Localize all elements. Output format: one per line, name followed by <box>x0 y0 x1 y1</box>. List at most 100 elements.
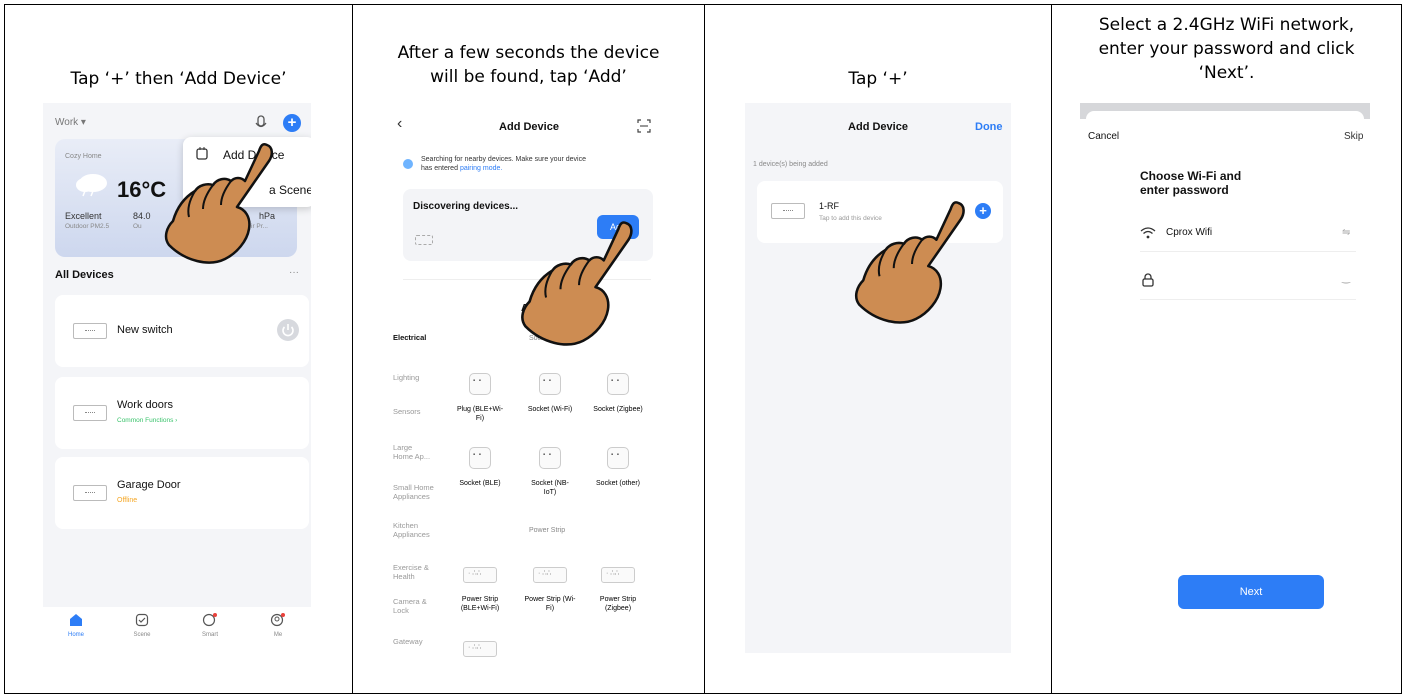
category-kitchen[interactable]: Kitchen Appliances <box>393 521 435 539</box>
bottom-tab-bar: Home Scene Smart Me <box>43 607 311 651</box>
discovering-label: Discovering devices... <box>413 201 519 212</box>
screen-title: Add Device <box>848 121 908 133</box>
tab-smart[interactable]: Smart <box>195 613 225 638</box>
tutorial-grid: Tap ‘+’ then ‘Add Device’ Work ▾ + Cozy … <box>4 4 1402 694</box>
wifi-setup-screen: Cancel Skip Choose Wi-Fi and enter passw… <box>1080 103 1370 651</box>
power-strip-icon[interactable] <box>463 641 497 657</box>
power-icon <box>282 324 294 337</box>
wifi-icon <box>1140 227 1156 239</box>
device-name: Work doors <box>117 399 174 411</box>
switch-network-icon[interactable]: ⇋ <box>1342 227 1350 238</box>
more-icon[interactable]: ··· <box>289 267 299 278</box>
device-card-garage-door[interactable]: Garage Door Offline <box>55 457 309 529</box>
step-4-cell: Select a 2.4GHz WiFi network, enter your… <box>1052 5 1401 693</box>
password-input[interactable] <box>1166 269 1336 289</box>
pairing-mode-link[interactable]: pairing mode. <box>460 165 502 172</box>
socket-zigbee-icon[interactable] <box>607 373 629 395</box>
next-button[interactable]: Next <box>1178 575 1324 609</box>
tab-me[interactable]: Me <box>263 613 293 638</box>
microphone-icon[interactable] <box>255 115 267 131</box>
tab-home[interactable]: Home <box>61 613 91 638</box>
socket-wifi-icon[interactable] <box>539 373 561 395</box>
add-plus-button[interactable]: + <box>975 203 991 219</box>
cancel-button[interactable]: Cancel <box>1088 131 1119 142</box>
socket-other-icon[interactable] <box>607 447 629 469</box>
category-small-home[interactable]: Small Home Appliances <box>393 483 441 501</box>
pointing-hand-icon <box>164 143 273 264</box>
socket-label: Socket (Wi-Fi) <box>527 406 573 413</box>
divider <box>1140 251 1356 252</box>
device-name: New switch <box>117 324 173 336</box>
device-card-work-doors[interactable]: Work doors Common Functions › <box>55 377 309 449</box>
scene-icon <box>135 613 149 627</box>
device-status: Offline <box>117 497 138 504</box>
smart-icon <box>202 613 217 627</box>
strip-label: Power Strip (BLE+Wi-Fi) <box>460 596 500 612</box>
done-button[interactable]: Done <box>975 121 1003 133</box>
all-devices-heading: All Devices <box>55 269 114 281</box>
devices-being-added: 1 device(s) being added <box>753 161 828 168</box>
power-toggle[interactable] <box>277 319 299 341</box>
step-2-caption: After a few seconds the device will be f… <box>397 43 660 87</box>
search-notice: Searching for nearby devices. Make sure … <box>421 156 586 172</box>
air-quality-label: Outdoor PM2.5 <box>65 223 110 230</box>
device-status[interactable]: Common Functions › <box>117 417 177 424</box>
category-lighting[interactable]: Lighting <box>393 373 433 382</box>
socket-label: Socket (BLE) <box>459 480 501 487</box>
skip-button[interactable]: Skip <box>1344 131 1363 142</box>
socket-ble-icon[interactable] <box>469 447 491 469</box>
step-3-caption: Tap ‘+’ <box>848 69 908 89</box>
socket-label: Socket (NB-IoT) <box>531 480 569 496</box>
socket-label: Socket (other) <box>596 480 640 487</box>
divider <box>1140 299 1356 300</box>
add-device-screen: ‹ Add Device Searching for nearby device… <box>393 111 665 657</box>
bluetooth-search-icon <box>403 159 413 169</box>
power-strip-icon[interactable] <box>463 567 497 583</box>
switch-device-icon <box>73 405 107 421</box>
eye-hidden-icon[interactable]: ‿ <box>1342 273 1350 284</box>
tab-scene[interactable]: Scene <box>127 613 157 638</box>
step-1-cell: Tap ‘+’ then ‘Add Device’ Work ▾ + Cozy … <box>5 5 353 693</box>
switch-device-icon <box>73 485 107 501</box>
found-device-icon <box>415 235 433 245</box>
rf-device-icon <box>771 203 805 219</box>
step-1-caption: Tap ‘+’ then ‘Add Device’ <box>70 69 287 89</box>
category-camera-lock[interactable]: Camera & Lock <box>393 597 433 615</box>
strip-label: Power Strip (Zigbee) <box>599 596 637 612</box>
lock-icon <box>1142 273 1154 287</box>
sheet-top <box>1086 111 1364 131</box>
pointing-hand-icon <box>854 201 965 324</box>
category-large-home[interactable]: Large Home Ap... <box>393 443 433 461</box>
home-icon <box>70 614 82 626</box>
step-3-cell: Tap ‘+’ Add Device Done 1 device(s) bein… <box>705 5 1052 693</box>
category-sensors[interactable]: Sensors <box>393 407 433 416</box>
pointing-hand-icon <box>521 221 633 346</box>
device-name: 1-RF <box>819 201 839 211</box>
humidity-label: Ou <box>133 223 142 230</box>
socket-label: Socket (Zigbee) <box>593 406 643 413</box>
adding-device-screen: Add Device Done 1 device(s) being added … <box>745 103 1011 653</box>
device-card-new-switch[interactable]: New switch <box>55 295 309 367</box>
plug-ble-wifi-icon[interactable] <box>469 373 491 395</box>
scan-icon[interactable] <box>637 119 651 133</box>
socket-label: Plug (BLE+Wi-Fi) <box>456 406 504 422</box>
power-strip-icon[interactable] <box>533 567 567 583</box>
step-4-caption: Select a 2.4GHz WiFi network, enter your… <box>1098 15 1355 83</box>
category-exercise[interactable]: Exercise & Health <box>393 563 435 581</box>
switch-device-icon <box>73 323 107 339</box>
wifi-heading: Choose Wi-Fi and enter password <box>1140 169 1242 197</box>
socket-nbiot-icon[interactable] <box>539 447 561 469</box>
category-electrical[interactable]: Electrical <box>393 333 426 342</box>
air-quality: Excellent <box>65 211 102 221</box>
home-selector[interactable]: Work ▾ <box>55 117 86 128</box>
add-plus-button[interactable]: + <box>283 114 301 132</box>
humidity: 84.0 <box>133 211 151 221</box>
wifi-network-name[interactable]: Cprox Wifi <box>1166 227 1212 238</box>
strip-label: Power Strip (Wi-Fi) <box>524 596 576 612</box>
category-gateway[interactable]: Gateway <box>393 637 433 646</box>
step-2-cell: After a few seconds the device will be f… <box>353 5 705 693</box>
profile-icon <box>270 613 285 627</box>
power-strip-header: Power Strip <box>529 527 566 534</box>
power-strip-icon[interactable] <box>601 567 635 583</box>
device-name: Garage Door <box>117 479 181 491</box>
